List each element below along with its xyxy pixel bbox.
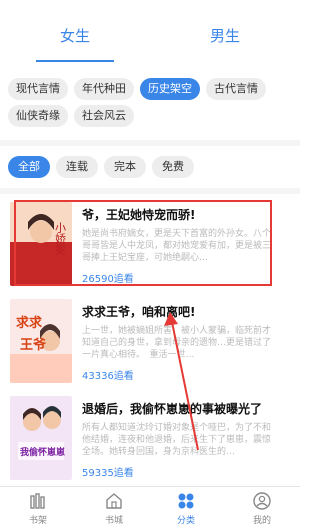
book-cover[interactable]: 小娇冕 bbox=[10, 202, 72, 286]
bookstore-icon bbox=[106, 493, 122, 509]
bottom-nav: 书架 书城 分类 我的 bbox=[0, 486, 300, 528]
book-title[interactable]: 退婚后，我偷怀崽崽的事被曝光了 bbox=[82, 400, 262, 417]
svg-text:王爷: 王爷 bbox=[20, 337, 47, 353]
filter-serializing[interactable]: 连载 bbox=[56, 156, 98, 178]
profile-icon bbox=[253, 492, 271, 510]
filter-free[interactable]: 免费 bbox=[152, 156, 194, 178]
genre-tag-alt-history[interactable]: 历史架空 bbox=[140, 78, 200, 100]
book-item[interactable]: 我偷怀崽崽 退婚后，我偷怀崽崽的事被曝光了 所有人都知道沈玲订婚对象是个哑巴，为… bbox=[0, 390, 300, 485]
section-divider bbox=[0, 188, 300, 194]
book-item[interactable]: 求求 王爷 求求王爷，咱和离吧! 上一世，她被嫡姐所害，被小人蒙骗，临死前才知道… bbox=[0, 293, 300, 388]
tab-male[interactable]: 男生 bbox=[180, 25, 270, 46]
svg-text:小娇冕: 小娇冕 bbox=[54, 222, 67, 255]
nav-category[interactable]: 分类 bbox=[156, 491, 216, 526]
genre-tag-ancient-romance[interactable]: 古代言情 bbox=[206, 78, 266, 100]
section-divider bbox=[0, 140, 300, 146]
book-read-count: 43336追看 bbox=[82, 371, 134, 382]
svg-text:求求: 求求 bbox=[16, 315, 43, 331]
active-tab-underline bbox=[36, 60, 114, 62]
nav-label: 书架 bbox=[28, 516, 47, 526]
genre-tag-modern-romance[interactable]: 现代言情 bbox=[8, 78, 68, 100]
svg-text:我偷怀崽崽: 我偷怀崽崽 bbox=[20, 446, 65, 458]
genre-tag-xianxia[interactable]: 仙侠奇缘 bbox=[8, 105, 68, 127]
tab-female[interactable]: 女生 bbox=[30, 25, 120, 46]
book-title[interactable]: 求求王爷，咱和离吧! bbox=[82, 303, 195, 320]
book-cover[interactable]: 求求 王爷 bbox=[10, 299, 72, 383]
book-read-count: 26590追看 bbox=[82, 274, 134, 285]
genre-tag-social[interactable]: 社会风云 bbox=[74, 105, 134, 127]
nav-label: 分类 bbox=[176, 516, 195, 526]
category-icon bbox=[178, 493, 194, 509]
book-item[interactable]: 小娇冕 爷，王妃她恃宠而骄! 她是尚书府嫡女，更是天下首富的外孙女。八个哥哥皆是… bbox=[0, 196, 300, 291]
book-cover[interactable]: 我偷怀崽崽 bbox=[10, 396, 72, 480]
bookshelf-icon bbox=[30, 493, 45, 509]
book-description: 她是尚书府嫡女，更是天下首富的外孙女。八个哥哥皆是人中龙凤，都对她宠爱有加，更是… bbox=[82, 229, 272, 263]
genre-tag-era-farming[interactable]: 年代种田 bbox=[74, 78, 134, 100]
nav-bookstore[interactable]: 书城 bbox=[84, 491, 144, 526]
gender-tabs: 女生 男生 bbox=[0, 0, 300, 62]
book-description: 所有人都知道沈玲订婚对象是个哑巴，为了不和他结婚，连夜和他退婚，后来生下了崽崽，… bbox=[82, 423, 272, 457]
book-title[interactable]: 爷，王妃她恃宠而骄! bbox=[82, 206, 195, 223]
filter-completed[interactable]: 完本 bbox=[104, 156, 146, 178]
filter-all[interactable]: 全部 bbox=[8, 156, 50, 178]
nav-bookshelf[interactable]: 书架 bbox=[8, 491, 68, 526]
nav-profile[interactable]: 我的 bbox=[232, 491, 292, 526]
book-read-count: 59335追看 bbox=[82, 468, 134, 479]
book-description: 上一世，她被嫡姐所害，被小人蒙骗，临死前才知道自己的身世，拿到母亲的遗物…更是错… bbox=[82, 326, 272, 360]
nav-label: 我的 bbox=[252, 516, 271, 526]
nav-label: 书城 bbox=[104, 516, 123, 526]
